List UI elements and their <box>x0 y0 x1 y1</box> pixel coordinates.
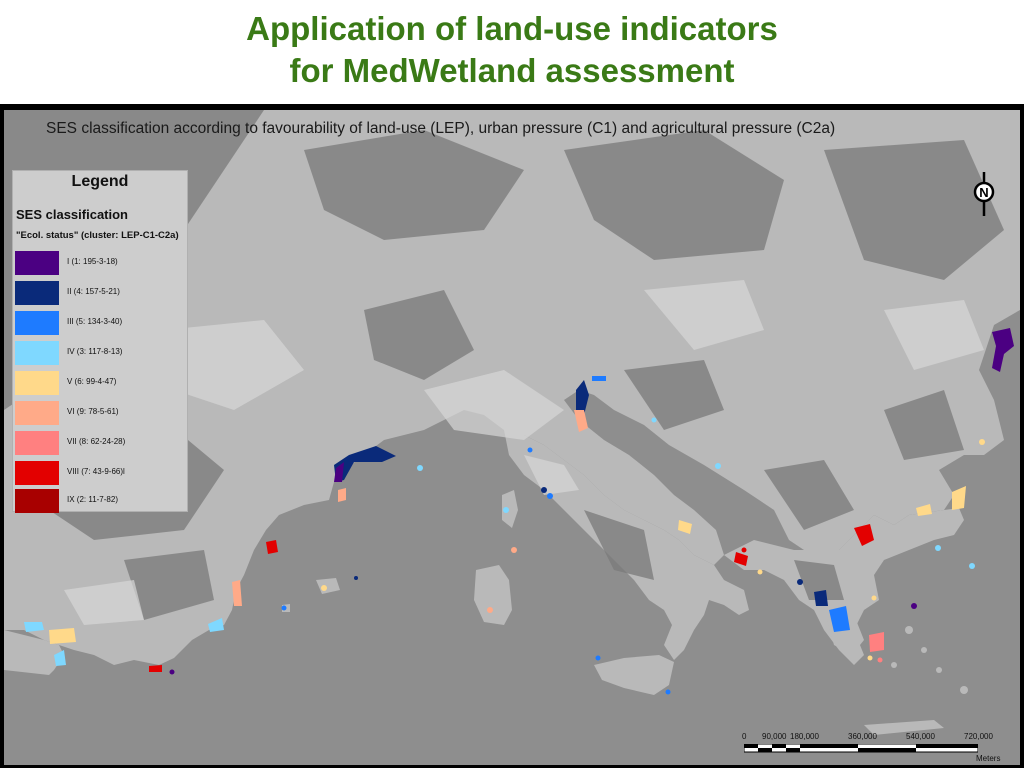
scale-tick: 360,000 <box>848 732 877 741</box>
legend-label-3: III (5: 134-3-40) <box>67 317 123 326</box>
legend-item-6: VI (9: 78-5-61) <box>15 401 185 425</box>
legend-item-3: III (5: 134-3-40) <box>15 311 185 335</box>
north-arrow-label: N <box>979 185 988 200</box>
scale-tick: 540,000 <box>906 732 935 741</box>
title-line-2: for MedWetland assessment <box>289 52 735 89</box>
scale-unit: Meters <box>976 754 1001 763</box>
legend-label-9: IX (2: 11-7-82) <box>67 495 118 504</box>
legend-label-6: VI (9: 78-5-61) <box>67 407 119 416</box>
legend-item-5: V (6: 99-4-47) <box>15 371 185 395</box>
map-subtitle: SES classification according to favourab… <box>46 120 836 137</box>
legend-heading: SES classification <box>16 207 128 222</box>
scale-tick: 90,000 <box>762 732 787 741</box>
legend-item-8: VIII (7: 43-9-66)l <box>15 461 185 485</box>
scale-tick: 720,000 <box>964 732 993 741</box>
scale-bar-graphic <box>744 744 978 753</box>
legend-swatch-9 <box>15 489 59 513</box>
legend-swatch-7 <box>15 431 59 455</box>
title-line-1: Application of land-use indicators <box>246 10 778 47</box>
legend-title: Legend <box>71 173 129 190</box>
legend-swatch-4 <box>15 341 59 365</box>
legend-label-4: IV (3: 117-8-13) <box>67 347 123 356</box>
legend-item-1: I (1: 195-3-18) <box>15 251 185 275</box>
slide-title: Application of land-use indicators for M… <box>0 8 1024 92</box>
legend-label-8: VIII (7: 43-9-66)l <box>67 467 125 476</box>
scale-bar: 0 90,000 180,000 360,000 540,000 720,000… <box>738 730 1016 763</box>
legend-label-5: V (6: 99-4-47) <box>67 377 117 386</box>
legend: Legend SES classification "Ecol. status"… <box>12 170 188 513</box>
legend-item-4: IV (3: 117-8-13) <box>15 341 185 365</box>
legend-item-9: IX (2: 11-7-82) <box>15 489 185 513</box>
legend-label-2: II (4: 157-5-21) <box>67 287 120 296</box>
legend-swatch-8 <box>15 461 59 485</box>
legend-swatch-1 <box>15 251 59 275</box>
scale-tick: 180,000 <box>790 732 819 741</box>
legend-item-7: VII (8: 62-24-28) <box>15 431 185 455</box>
legend-subheading: "Ecol. status" (cluster: LEP-C1-C2a) <box>16 230 179 241</box>
legend-label-1: I (1: 195-3-18) <box>67 257 118 266</box>
legend-label-7: VII (8: 62-24-28) <box>67 437 126 446</box>
legend-swatch-3 <box>15 311 59 335</box>
map[interactable]: SES classification according to favourab… <box>4 110 1020 765</box>
legend-swatch-2 <box>15 281 59 305</box>
legend-item-2: II (4: 157-5-21) <box>15 281 185 305</box>
legend-swatch-5 <box>15 371 59 395</box>
scale-tick: 0 <box>742 732 747 741</box>
north-arrow-icon: N <box>970 172 998 216</box>
legend-swatch-6 <box>15 401 59 425</box>
